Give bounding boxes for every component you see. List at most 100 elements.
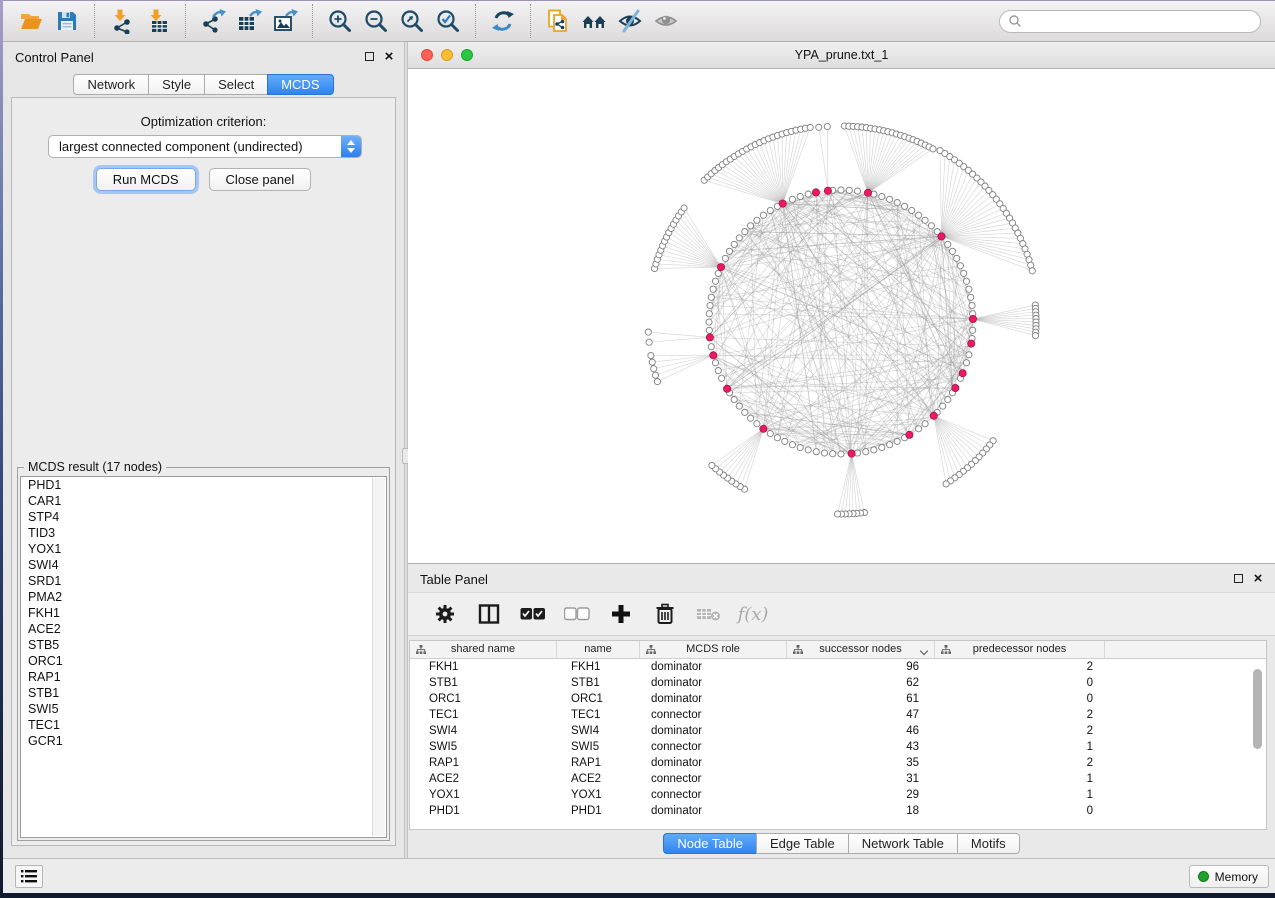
table-toolbar: f(x) xyxy=(408,592,1275,636)
close-table-panel-icon[interactable]: × xyxy=(1251,572,1265,586)
table-row[interactable]: FKH1FKH1dominator962 xyxy=(410,659,1266,675)
toolbar-separator xyxy=(312,4,313,38)
export-network-icon[interactable] xyxy=(195,4,231,38)
mcds-result-item[interactable]: ACE2 xyxy=(21,621,386,637)
mcds-result-item[interactable]: SRD1 xyxy=(21,573,386,589)
tab-network-table[interactable]: Network Table xyxy=(848,833,958,854)
hide-graphics-details-icon[interactable] xyxy=(612,4,648,38)
table-panel: Table Panel × xyxy=(408,563,1275,858)
split-panel-icon[interactable] xyxy=(474,599,504,629)
tab-style[interactable]: Style xyxy=(148,74,205,95)
search-box[interactable] xyxy=(999,10,1261,33)
tree-icon xyxy=(793,645,803,655)
mcds-list-scrollbar[interactable] xyxy=(372,478,385,836)
column-header-mcds-role[interactable]: MCDS role xyxy=(640,641,787,658)
mcds-result-item[interactable]: GCR1 xyxy=(21,733,386,749)
mcds-result-list[interactable]: PHD1CAR1STP4TID3YOX1SWI4SRD1PMA2FKH1ACE2… xyxy=(20,476,387,838)
mcds-result-item[interactable]: YOX1 xyxy=(21,541,386,557)
tree-icon xyxy=(941,645,951,655)
mcds-result-item[interactable]: STB5 xyxy=(21,637,386,653)
houses-icon[interactable] xyxy=(576,4,612,38)
network-canvas[interactable] xyxy=(408,69,1275,563)
close-panel-icon[interactable]: × xyxy=(382,50,396,64)
toolbar-separator xyxy=(530,4,531,38)
zoom-fit-icon[interactable] xyxy=(394,4,430,38)
mcds-result-item[interactable]: TID3 xyxy=(21,525,386,541)
table-row[interactable]: ORC1ORC1dominator610 xyxy=(410,691,1266,707)
tab-network[interactable]: Network xyxy=(73,74,149,95)
optimization-criterion-select[interactable]: largest connected component (undirected) xyxy=(48,135,362,158)
zoom-out-icon[interactable] xyxy=(358,4,394,38)
refresh-icon[interactable] xyxy=(485,4,521,38)
tree-icon xyxy=(416,645,426,655)
table-row[interactable]: YOX1YOX1connector291 xyxy=(410,787,1266,803)
tab-edge-table[interactable]: Edge Table xyxy=(756,833,849,854)
table-panel-title: Table Panel xyxy=(420,572,488,587)
add-column-icon[interactable] xyxy=(606,599,636,629)
function-builder-icon[interactable]: f(x) xyxy=(738,599,768,629)
control-panel-title: Control Panel xyxy=(15,50,94,65)
memory-button[interactable]: Memory xyxy=(1189,865,1269,888)
search-icon xyxy=(1008,14,1022,28)
mcds-result-item[interactable]: SWI4 xyxy=(21,557,386,573)
delete-table-icon[interactable] xyxy=(694,599,724,629)
column-header-shared-name[interactable]: shared name xyxy=(410,641,557,658)
network-graph[interactable] xyxy=(408,69,1275,563)
table-scrollbar-thumb[interactable] xyxy=(1253,669,1262,749)
delete-column-icon[interactable] xyxy=(650,599,680,629)
column-header-successor-nodes[interactable]: successor nodes xyxy=(787,641,935,658)
table-row[interactable]: SWI4SWI4dominator462 xyxy=(410,723,1266,739)
table-row[interactable]: PHD1PHD1dominator180 xyxy=(410,803,1266,819)
mcds-tab-content: Optimization criterion: largest connecte… xyxy=(11,97,396,846)
export-image-icon[interactable] xyxy=(267,4,303,38)
tab-node-table[interactable]: Node Table xyxy=(663,833,757,854)
zoom-in-icon[interactable] xyxy=(322,4,358,38)
mcds-result-item[interactable]: STB1 xyxy=(21,685,386,701)
table-row[interactable]: RAP1RAP1dominator352 xyxy=(410,755,1266,771)
open-file-icon[interactable] xyxy=(13,4,49,38)
right-pane: YPA_prune.txt_1 Table Panel × xyxy=(408,42,1275,858)
mcds-result-item[interactable]: CAR1 xyxy=(21,493,386,509)
network-title: YPA_prune.txt_1 xyxy=(408,48,1275,62)
mcds-result-item[interactable]: ORC1 xyxy=(21,653,386,669)
table-row[interactable]: TEC1TEC1connector472 xyxy=(410,707,1266,723)
export-table-icon[interactable] xyxy=(231,4,267,38)
mcds-result-item[interactable]: FKH1 xyxy=(21,605,386,621)
table-settings-icon[interactable] xyxy=(430,599,460,629)
select-all-columns-icon[interactable] xyxy=(518,599,548,629)
table-row[interactable]: SWI5SWI5connector431 xyxy=(410,739,1266,755)
table-row[interactable]: STB1STB1dominator620 xyxy=(410,675,1266,691)
duplicate-network-icon[interactable] xyxy=(540,4,576,38)
show-graphics-details-icon[interactable] xyxy=(648,4,684,38)
tree-icon xyxy=(646,645,656,655)
column-header-name[interactable]: name xyxy=(557,641,640,658)
table-row[interactable]: ACE2ACE2connector311 xyxy=(410,771,1266,787)
tab-motifs[interactable]: Motifs xyxy=(957,833,1020,854)
tab-mcds[interactable]: MCDS xyxy=(267,74,333,95)
sort-chevron-icon xyxy=(920,647,928,655)
float-panel-icon[interactable] xyxy=(362,50,376,64)
mcds-result-title: MCDS result (17 nodes) xyxy=(24,460,166,474)
save-session-icon[interactable] xyxy=(49,4,85,38)
import-table-icon[interactable] xyxy=(140,4,176,38)
mcds-result-item[interactable]: STP4 xyxy=(21,509,386,525)
optimization-criterion-label: Optimization criterion: xyxy=(12,114,395,129)
column-header-predecessor-nodes[interactable]: predecessor nodes xyxy=(935,641,1105,658)
close-panel-button[interactable]: Close panel xyxy=(209,168,312,191)
toolbar-separator xyxy=(185,4,186,38)
column-header-filler xyxy=(1105,641,1266,658)
import-network-icon[interactable] xyxy=(104,4,140,38)
mcds-result-item[interactable]: SWI5 xyxy=(21,701,386,717)
tab-select[interactable]: Select xyxy=(204,74,268,95)
search-input[interactable] xyxy=(1022,14,1252,28)
zoom-selected-icon[interactable] xyxy=(430,4,466,38)
run-mcds-button[interactable]: Run MCDS xyxy=(96,168,196,191)
menu-list-icon[interactable] xyxy=(15,865,43,888)
mcds-result-item[interactable]: PHD1 xyxy=(21,477,386,493)
network-window-titlebar[interactable]: YPA_prune.txt_1 xyxy=(408,42,1275,69)
mcds-result-item[interactable]: TEC1 xyxy=(21,717,386,733)
mcds-result-item[interactable]: RAP1 xyxy=(21,669,386,685)
float-table-panel-icon[interactable] xyxy=(1231,572,1245,586)
deselect-all-columns-icon[interactable] xyxy=(562,599,592,629)
mcds-result-item[interactable]: PMA2 xyxy=(21,589,386,605)
